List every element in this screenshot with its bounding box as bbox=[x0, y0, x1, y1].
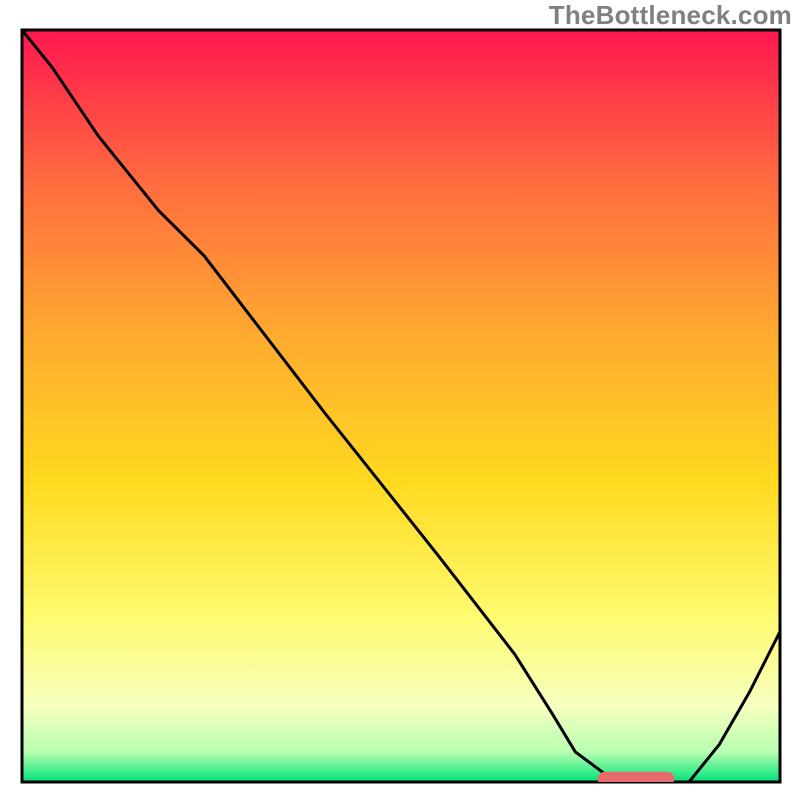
chart-container: TheBottleneck.com bbox=[0, 0, 800, 800]
optimal-range-marker bbox=[598, 772, 674, 786]
watermark-text: TheBottleneck.com bbox=[549, 0, 792, 31]
bottleneck-chart bbox=[0, 0, 800, 800]
plot-background bbox=[22, 30, 780, 782]
